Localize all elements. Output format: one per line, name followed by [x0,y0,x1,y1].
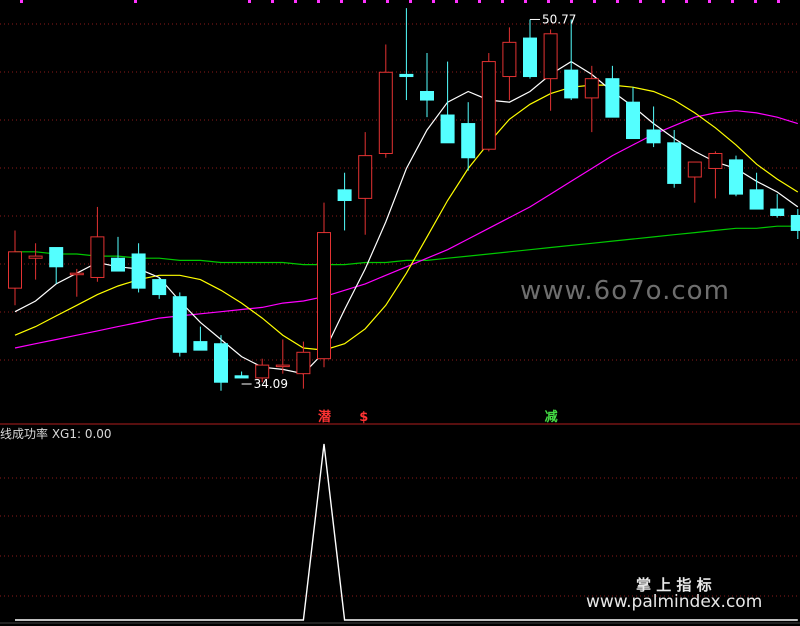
top-dot-marker [455,0,458,3]
candle-body [440,114,455,144]
top-dot-marker [363,0,366,3]
top-dot-marker [134,0,137,3]
top-dot-marker [294,0,297,3]
top-dot-marker [501,0,504,3]
candle-body [8,251,22,289]
candle-body [461,123,476,159]
top-dot-marker [20,0,23,3]
high-mark-label: 50.77 [542,12,576,26]
signal-marker: 减 [545,409,558,425]
indicator-label: 线成功率 XG1: 0.00 [0,427,112,441]
top-dot-marker [616,0,619,3]
candle-body [90,236,105,278]
signal-marker: $ [359,410,368,425]
candle-body [131,253,146,289]
candle-body [543,33,558,80]
candle-body [69,272,84,276]
candle-body [626,101,640,140]
watermark-center: www.6o7o.com [520,276,730,306]
candle-body [152,279,167,296]
candle-body [667,142,682,184]
candle-body [770,208,785,216]
candle-body [605,78,620,118]
candle-body [564,69,579,99]
top-dot-marker [386,0,389,3]
low-mark-label: 34.09 [254,377,288,391]
top-dot-marker [409,0,412,3]
candle-body [28,255,43,259]
candle-body [584,78,599,99]
top-dot-marker [478,0,481,3]
candle-body [502,41,517,78]
candle-body [481,61,496,150]
candle-body [523,37,537,78]
candle-body [49,247,64,268]
top-dot-marker [317,0,320,3]
candle-body [111,257,125,272]
candle-body [275,364,290,368]
ma10-line [14,84,799,351]
candle-body [790,214,800,231]
signal-marker: 潜 [318,409,332,425]
candle-body [420,91,434,101]
top-dot-marker [662,0,665,3]
ma5-line [14,60,799,375]
candle-body [172,296,187,353]
candle-body [296,351,311,375]
top-dot-marker [593,0,596,3]
candle-body [708,152,723,169]
candle-body [358,155,373,199]
candle-body [729,159,743,195]
top-dot-marker [685,0,688,3]
top-dot-marker [708,0,711,3]
stock-chart: 50.77 34.09 潜 $ 减 [0,0,800,624]
top-dot-marker [570,0,573,3]
top-dot-marker [777,0,780,3]
candle-body [234,375,249,379]
top-dot-marker [754,0,757,3]
candle-body [317,232,331,360]
top-dot-marker [432,0,435,3]
candle-body [193,341,208,351]
candle-body [749,189,764,210]
candle-body [214,343,228,383]
candle-body [646,129,661,144]
candle-body [687,161,702,178]
top-dot-marker [731,0,734,3]
top-dot-marker [524,0,527,3]
candle-body [255,364,270,379]
top-dot-marker [639,0,642,3]
candle-body [378,71,393,154]
top-dot-marker [248,0,251,3]
candle-body [399,73,414,78]
top-dot-marker [547,0,550,3]
candle-body [337,189,352,202]
top-dot-marker [340,0,343,3]
top-dot-marker [271,0,274,3]
watermark-url: www.palmindex.com [586,592,763,612]
